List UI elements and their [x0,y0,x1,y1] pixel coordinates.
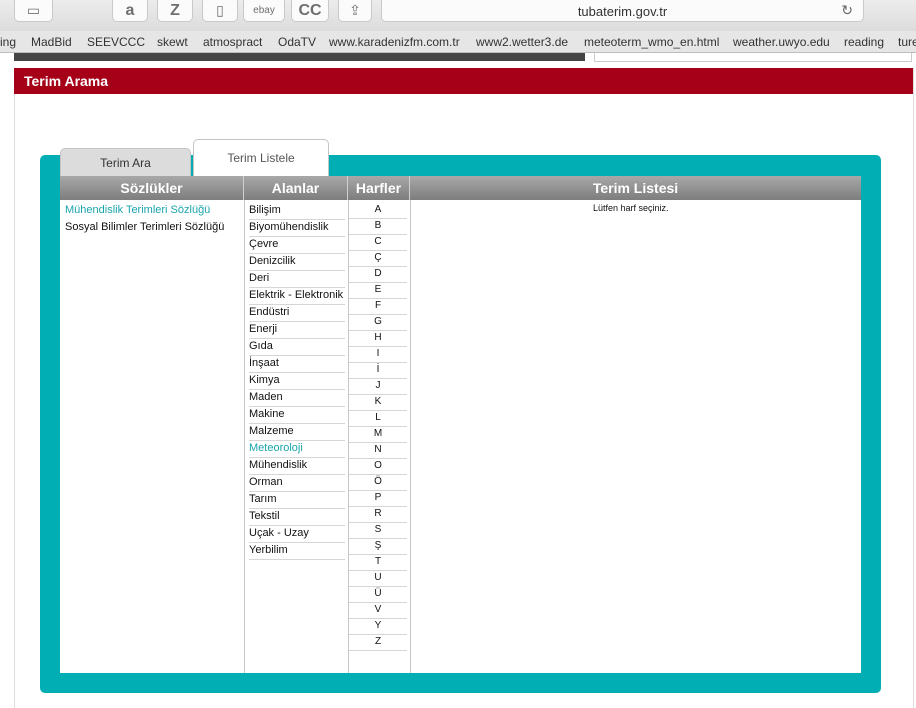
letter-link[interactable]: Y [349,620,407,635]
letter-link[interactable]: Ö [349,476,407,491]
share-icon-glyph: ⇪ [349,2,361,18]
letter-link[interactable]: İ [349,364,407,379]
letter-link[interactable]: T [349,556,407,571]
area-link[interactable]: Mühendislik [249,459,345,475]
area-link[interactable]: Uçak - Uzay [249,527,345,543]
bookmark-item[interactable]: reading [844,35,884,49]
area-link[interactable]: Çevre [249,238,345,254]
letter-link[interactable]: R [349,508,407,523]
share-icon[interactable]: ⇪ [338,0,372,22]
bookmark-item[interactable]: weather.uwyo.edu [733,35,830,49]
bookmark-item[interactable]: skewt [157,35,188,49]
area-link[interactable]: Malzeme [249,425,345,441]
letter-link[interactable]: C [349,236,407,251]
area-link[interactable]: Makine [249,408,345,424]
page-top-strip [14,53,585,61]
area-link[interactable]: Endüstri [249,306,345,322]
bookmark-item[interactable]: OdaTV [278,35,316,49]
column-header-letters: Harfler [348,176,410,200]
sidebar-icon[interactable]: ▭ [14,0,53,22]
bookmark-icon-glyph: ▯ [216,2,224,18]
area-link[interactable]: Kimya [249,374,345,390]
browser-toolbar: ▭ a Z ▯ ebay CC ⇪ tubaterim.gov.tr ↻ [0,0,916,31]
column-divider [410,200,411,673]
amazon-icon[interactable]: a [112,0,148,22]
area-link[interactable]: Gıda [249,340,345,356]
amazon-icon-glyph: a [125,1,135,19]
letter-link[interactable]: U [349,572,407,587]
area-link[interactable]: Tekstil [249,510,345,526]
letter-link[interactable]: A [349,204,407,219]
column-header-dictionaries: Sözlükler [60,176,244,200]
letter-link[interactable]: H [349,332,407,347]
area-link[interactable]: Deri [249,272,345,288]
letter-link[interactable]: G [349,316,407,331]
area-link[interactable]: İnşaat [249,357,345,373]
column-divider [244,200,245,673]
dictionary-link[interactable]: Sosyal Bilimler Terimleri Sözlüğü [65,221,224,233]
page-search-field[interactable] [594,53,912,62]
letter-link[interactable]: Ş [349,540,407,555]
bookmark-item[interactable]: atmospract [203,35,262,49]
area-link[interactable]: Biyomühendislik [249,221,345,237]
area-link[interactable]: Yerbilim [249,544,345,560]
letter-link[interactable]: O [349,460,407,475]
dictionary-link[interactable]: Mühendislik Terimleri Sözlüğü [65,204,210,216]
letter-link[interactable]: N [349,444,407,459]
letter-link[interactable]: M [349,428,407,443]
cc-icon[interactable]: CC [291,0,329,22]
bookmark-item[interactable]: www2.wetter3.de [476,35,568,49]
letter-link[interactable]: K [349,396,407,411]
letter-link[interactable]: Ç [349,252,407,267]
bookmark-item[interactable]: ing [0,35,16,49]
bookmark-item[interactable]: www.karadenizfm.com.tr [329,35,460,49]
area-link[interactable]: Tarım [249,493,345,509]
letter-link[interactable]: E [349,284,407,299]
url-text: tubaterim.gov.tr [577,4,668,19]
letter-link[interactable]: P [349,492,407,507]
letter-link[interactable]: B [349,220,407,235]
area-link[interactable]: Enerji [249,323,345,339]
page-title: Terim Arama [24,73,109,89]
area-link[interactable]: Elektrik - Elektronik [249,289,345,305]
page-header: Terim Arama [14,68,913,94]
column-header-term-list: Terim Listesi [410,176,861,200]
term-list-table: Sözlükler Alanlar Harfler Terim Listesi … [60,176,861,673]
letter-link[interactable]: D [349,268,407,283]
column-header-areas: Alanlar [244,176,348,200]
letter-link[interactable]: S [349,524,407,539]
z-icon[interactable]: Z [157,0,193,22]
tab-terim-ara[interactable]: Terim Ara [60,148,191,177]
letter-link[interactable]: J [349,380,407,395]
tab-terim-listele[interactable]: Terim Listele [193,139,329,177]
bookmark-icon[interactable]: ▯ [202,0,238,22]
cc-icon-glyph: CC [298,1,322,19]
ebay-icon[interactable]: ebay [243,0,285,22]
bookmark-item[interactable]: MadBid [31,35,72,49]
sidebar-icon-glyph: ▭ [26,2,41,18]
letter-link[interactable]: F [349,300,407,315]
letter-link[interactable]: L [349,412,407,427]
area-link[interactable]: Orman [249,476,345,492]
bookmark-item[interactable]: meteoterm_wmo_en.html [584,35,719,49]
term-list-message: Lütfen harf seçiniz. [593,203,669,213]
reload-icon[interactable]: ↻ [841,2,853,19]
ebay-icon-glyph: ebay [253,5,275,16]
letter-link[interactable]: V [349,604,407,619]
area-link[interactable]: Denizcilik [249,255,345,271]
bookmark-item[interactable]: SEEVCCC [87,35,145,49]
bookmark-item[interactable]: ture [898,35,916,49]
bookmarks-bar: ing MadBid SEEVCCC skewt atmospract OdaTV www.… [0,31,916,53]
address-bar[interactable]: tubaterim.gov.tr ↻ [381,0,864,22]
letter-link[interactable]: I [349,348,407,363]
area-link[interactable]: Meteoroloji [249,442,345,458]
area-link[interactable]: Maden [249,391,345,407]
area-link[interactable]: Bilişim [249,204,345,220]
letter-link[interactable]: Z [349,636,407,651]
z-icon-glyph: Z [170,1,180,19]
letter-link[interactable]: Ü [349,588,407,603]
